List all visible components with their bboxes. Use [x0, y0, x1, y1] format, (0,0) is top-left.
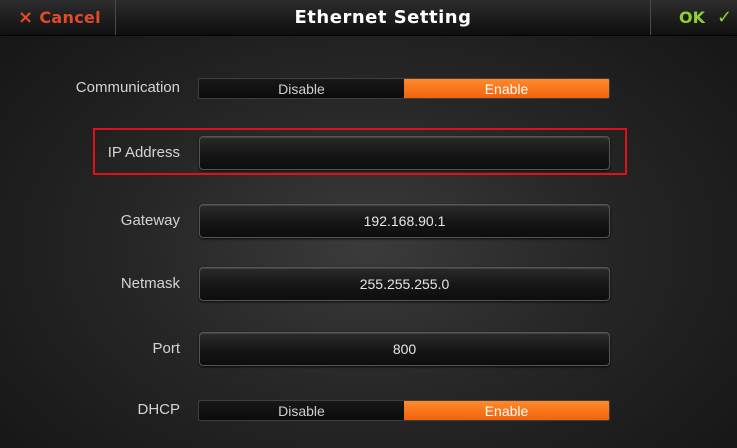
ip-address-field[interactable]: [199, 136, 610, 170]
port-field[interactable]: 800: [199, 332, 610, 366]
dhcp-label: DHCP: [137, 401, 180, 418]
cancel-button[interactable]: × Cancel: [0, 0, 116, 35]
communication-toggle: Disable Enable: [198, 78, 610, 99]
ok-button[interactable]: OK ✓: [650, 0, 737, 35]
port-label: Port: [152, 340, 180, 357]
communication-enable-option[interactable]: Enable: [404, 79, 609, 98]
dhcp-toggle: Disable Enable: [198, 400, 610, 421]
dhcp-enable-option[interactable]: Enable: [404, 401, 609, 420]
dhcp-disable-option[interactable]: Disable: [199, 401, 404, 420]
communication-disable-option[interactable]: Disable: [199, 79, 404, 98]
check-icon: ✓: [717, 6, 733, 28]
cancel-label: Cancel: [39, 8, 101, 27]
header-bar: × Cancel Ethernet Setting OK ✓: [0, 0, 737, 36]
netmask-label: Netmask: [120, 275, 180, 292]
ok-label: OK: [679, 8, 705, 27]
netmask-field[interactable]: 255.255.255.0: [199, 267, 610, 301]
page-title: Ethernet Setting: [294, 7, 472, 28]
close-icon: ×: [18, 6, 34, 28]
gateway-label: Gateway: [120, 212, 180, 229]
ethernet-setting-screen: × Cancel Ethernet Setting OK ✓ Communica…: [0, 0, 737, 448]
communication-label: Communication: [75, 79, 180, 96]
gateway-field[interactable]: 192.168.90.1: [199, 204, 610, 238]
ip-address-label: IP Address: [107, 144, 180, 161]
